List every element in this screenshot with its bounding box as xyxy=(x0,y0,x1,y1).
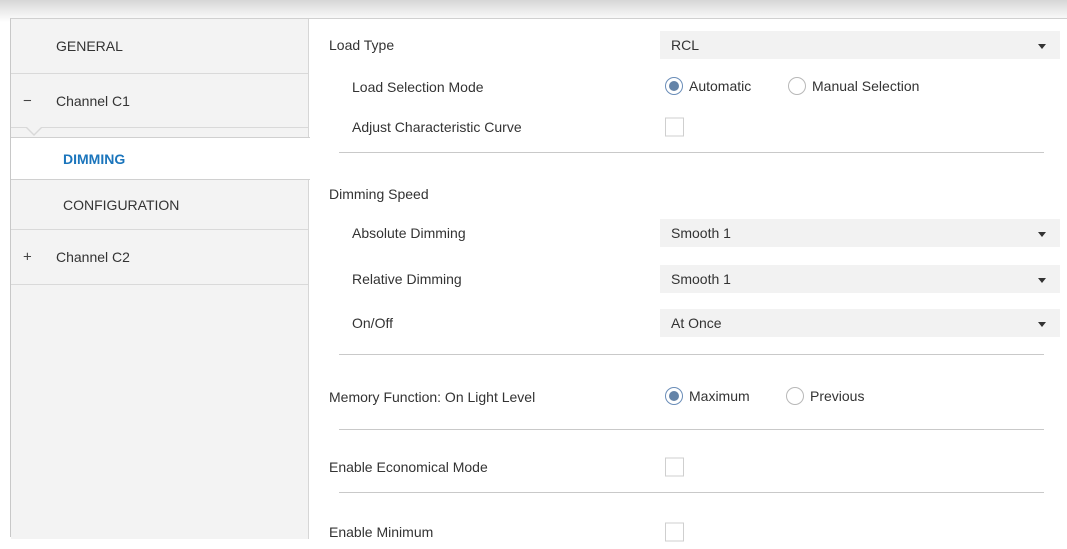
enable-minimum-row: Enable Minimum xyxy=(308,515,1067,549)
on-off-label: On/Off xyxy=(352,315,393,331)
adjust-curve-row: Adjust Characteristic Curve xyxy=(308,108,1067,146)
radio-automatic-label[interactable]: Automatic xyxy=(689,78,751,94)
radio-previous[interactable] xyxy=(786,387,804,405)
memory-function-row: Memory Function: On Light Level Maximum … xyxy=(308,377,1067,417)
parameters-window: GENERAL − Channel C1 DIMMING CONFIGURATI… xyxy=(10,18,1067,542)
load-type-row: Load Type RCL xyxy=(308,25,1067,65)
sidebar-item-channel-c2[interactable]: + Channel C2 xyxy=(11,230,308,285)
radio-manual-selection-label[interactable]: Manual Selection xyxy=(812,78,919,94)
caret-down-icon xyxy=(1038,44,1046,49)
dimming-speed-heading: Dimming Speed xyxy=(329,186,429,202)
economical-mode-label: Enable Economical Mode xyxy=(329,459,488,475)
select-value: RCL xyxy=(671,37,700,53)
load-selection-mode-label: Load Selection Mode xyxy=(352,79,484,95)
divider xyxy=(339,492,1044,493)
on-off-select[interactable]: At Once xyxy=(660,309,1060,337)
radio-maximum[interactable] xyxy=(665,387,683,405)
caret-down-icon xyxy=(1038,322,1046,327)
parameters-panel: Load Type RCL Load Selection Mode Automa… xyxy=(308,19,1067,542)
load-type-label: Load Type xyxy=(329,37,395,53)
radio-maximum-label[interactable]: Maximum xyxy=(689,388,750,404)
caret-down-icon xyxy=(1038,278,1046,283)
economical-mode-checkbox[interactable] xyxy=(665,457,684,477)
absolute-dimming-label: Absolute Dimming xyxy=(352,225,466,241)
economical-mode-row: Enable Economical Mode xyxy=(308,447,1067,487)
dimming-speed-row: Dimming Speed xyxy=(308,176,1067,212)
radio-previous-label[interactable]: Previous xyxy=(810,388,864,404)
sidebar-item-label: GENERAL xyxy=(56,38,123,54)
load-selection-mode-row: Load Selection Mode Automatic Manual Sel… xyxy=(308,67,1067,107)
absolute-dimming-row: Absolute Dimming Smooth 1 xyxy=(308,215,1067,251)
sidebar-item-label: CONFIGURATION xyxy=(63,196,180,213)
memory-function-label: Memory Function: On Light Level xyxy=(329,389,536,405)
sidebar-item-label: Channel C1 xyxy=(56,92,130,109)
sidebar-item-general[interactable]: GENERAL xyxy=(11,19,308,74)
sidebar-item-channel-c1[interactable]: − Channel C1 xyxy=(11,74,308,128)
adjust-curve-checkbox[interactable] xyxy=(665,117,684,137)
adjust-curve-label: Adjust Characteristic Curve xyxy=(352,119,522,135)
divider xyxy=(339,152,1044,153)
caret-down-icon xyxy=(1038,232,1046,237)
select-value: Smooth 1 xyxy=(671,225,731,241)
radio-automatic[interactable] xyxy=(665,77,683,95)
enable-minimum-checkbox[interactable] xyxy=(665,522,684,542)
absolute-dimming-select[interactable]: Smooth 1 xyxy=(660,219,1060,247)
select-value: At Once xyxy=(671,315,722,331)
select-value: Smooth 1 xyxy=(671,271,731,287)
plus-icon[interactable]: + xyxy=(23,249,32,266)
divider xyxy=(339,354,1044,355)
sidebar-item-label: DIMMING xyxy=(63,150,126,167)
minus-icon[interactable]: − xyxy=(23,92,32,109)
radio-manual-selection[interactable] xyxy=(788,77,806,95)
sidebar-item-label: Channel C2 xyxy=(56,249,130,265)
tree-pointer-inner xyxy=(26,126,42,134)
sidebar-item-dimming[interactable]: DIMMING xyxy=(11,137,310,180)
relative-dimming-select[interactable]: Smooth 1 xyxy=(660,265,1060,293)
divider xyxy=(339,429,1044,430)
load-type-select[interactable]: RCL xyxy=(660,31,1060,59)
sidebar-item-configuration[interactable]: CONFIGURATION xyxy=(11,180,308,230)
enable-minimum-label: Enable Minimum xyxy=(329,524,434,540)
relative-dimming-row: Relative Dimming Smooth 1 xyxy=(308,261,1067,297)
sidebar: GENERAL − Channel C1 DIMMING CONFIGURATI… xyxy=(11,19,310,539)
relative-dimming-label: Relative Dimming xyxy=(352,271,462,287)
on-off-row: On/Off At Once xyxy=(308,305,1067,341)
